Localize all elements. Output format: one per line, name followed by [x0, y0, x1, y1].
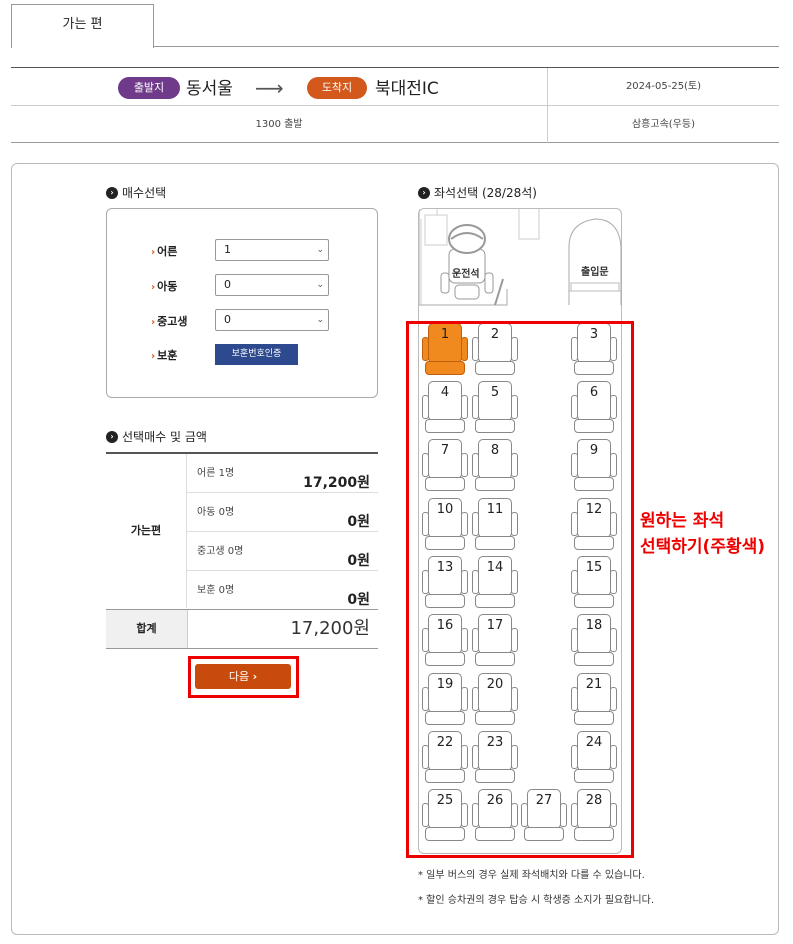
student-count-select[interactable]: 0 ⌄ [215, 309, 329, 331]
departure-badge: 출발지 [118, 77, 180, 99]
chevron-right-icon: › [151, 282, 156, 293]
chevron-down-icon: ⌄ [316, 315, 324, 325]
next-button-highlight: 다음 › [188, 656, 299, 698]
chevron-right-icon: › [151, 317, 156, 328]
arrival-city: 북대전IC [375, 79, 439, 99]
note-seat-layout: * 일부 버스의 경우 실제 좌석배치와 다를 수 있습니다. [418, 870, 645, 881]
price-section-title: › 선택매수 및 금액 [106, 428, 207, 445]
price-table: 가는편 어른 1명 17,200원 아동 0명 0원 중고생 0명 0원 보훈 … [106, 452, 378, 649]
veteran-label: › 보훈 [151, 349, 178, 362]
tab-outbound[interactable]: 가는 편 [11, 4, 154, 48]
total-row: 합계 17,200원 [106, 609, 378, 649]
student-label: › 중고생 [151, 315, 188, 328]
veteran-auth-button[interactable]: 보훈번호인증 [215, 344, 298, 365]
seat-title-text: 좌석선택 (28/28석) [434, 186, 537, 200]
price-title-text: 선택매수 및 금액 [122, 430, 207, 444]
chevron-circle-icon: › [106, 430, 118, 443]
chevron-circle-icon: › [106, 186, 118, 199]
column-divider [547, 68, 548, 143]
note-student-id: * 할인 승차권의 경우 탑승 시 학생증 소지가 필요합니다. [418, 895, 655, 906]
price-row: 아동 0명 0원 [187, 493, 378, 532]
price-row: 중고생 0명 0원 [187, 532, 378, 571]
departure-city: 동서울 [186, 79, 233, 99]
arrival-badge: 도착지 [307, 77, 367, 99]
seat-selection-highlight [406, 321, 634, 858]
next-button[interactable]: 다음 › [195, 664, 291, 689]
direction-label: 가는편 [106, 454, 187, 608]
adult-label: › 어른 [151, 245, 178, 258]
driver-seat-label: 운전석 [452, 269, 480, 280]
child-count-select[interactable]: 0 ⌄ [215, 274, 329, 296]
seat-annotation: 원하는 좌석 선택하기(주황색) [640, 511, 766, 557]
chevron-down-icon: ⌄ [316, 245, 324, 255]
price-row: 어른 1명 17,200원 [187, 454, 378, 493]
total-amount: 17,200원 [187, 610, 378, 648]
child-label: › 아동 [151, 280, 178, 293]
tab-divider [154, 46, 779, 47]
departure-date: 2024-05-25(토) [625, 81, 702, 92]
trip-info: 출발지 동서울 ⟶ 도착지 북대전IC 2024-05-25(토) 1300 출… [11, 67, 779, 143]
count-section-title: › 매수선택 [106, 184, 166, 201]
chevron-right-icon: › [151, 351, 156, 362]
chevron-right-icon: › [151, 247, 156, 258]
chevron-down-icon: ⌄ [316, 280, 324, 290]
bus-company: 삼흥고속(우등) [631, 119, 695, 130]
count-box: › 어른 1 ⌄ › 아동 0 ⌄ › 중고생 0 ⌄ › 보훈 보훈번호인증 [106, 208, 378, 398]
departure-time: 1300 출발 [255, 119, 303, 130]
chevron-circle-icon: › [418, 186, 430, 199]
price-row: 보훈 0명 0원 [197, 585, 370, 608]
total-label: 합계 [136, 622, 157, 635]
door-label: 출입문 [581, 267, 609, 278]
seat-section-title: › 좌석선택 (28/28석) [418, 184, 537, 201]
adult-count-select[interactable]: 1 ⌄ [215, 239, 329, 261]
count-title-text: 매수선택 [122, 186, 167, 200]
chevron-right-icon: › [252, 670, 258, 683]
route-arrow-icon: ⟶ [255, 76, 284, 100]
